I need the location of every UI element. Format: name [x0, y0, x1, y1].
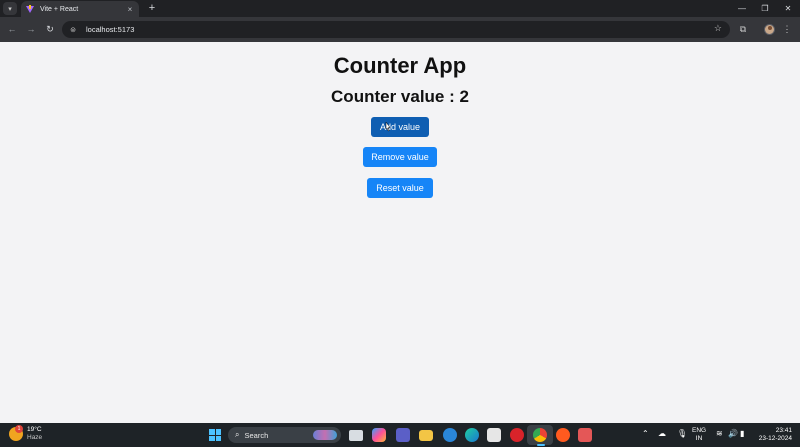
page-title: Counter App [333, 53, 467, 78]
volume-icon[interactable]: 🔊 [728, 429, 738, 438]
tab-search-icon[interactable]: ▾ [3, 2, 17, 15]
close-window-button[interactable]: ✕ [775, 0, 800, 17]
page-viewport: Counter App Counter value : 2 Add value … [0, 42, 800, 423]
tab-close-icon[interactable]: × [126, 5, 134, 14]
lang-bottom: IN [695, 435, 703, 442]
back-arrow-icon[interactable]: ← [6, 23, 18, 36]
browser-toolbar: ← → ↻ ⊜ localhost:5173 ☆ ⧉ ⋮ [0, 17, 800, 42]
battery-icon[interactable]: ▮ [740, 429, 744, 438]
vite-favicon-icon [26, 5, 34, 13]
store-icon[interactable] [487, 428, 501, 442]
profile-avatar[interactable] [764, 24, 775, 35]
copilot-icon[interactable] [372, 428, 386, 442]
extensions-icon[interactable]: ⧉ [737, 23, 749, 36]
language-indicator[interactable]: ENG IN [692, 427, 706, 443]
taskbar-search[interactable]: ⌕ Search [228, 427, 341, 443]
file-explorer-icon[interactable] [419, 430, 433, 441]
forward-arrow-icon[interactable]: → [25, 23, 37, 36]
mouse-pointer-icon [385, 122, 391, 132]
weather-icon: 1 [9, 425, 23, 441]
microphone-icon[interactable]: 🎙 [677, 429, 687, 438]
search-highlight-icon [313, 430, 337, 440]
remove-value-button[interactable]: Remove value [363, 147, 437, 167]
lang-top: ENG [692, 427, 707, 434]
app-icon[interactable] [578, 428, 592, 442]
windows-start-icon[interactable] [209, 429, 221, 441]
star-icon[interactable]: ☆ [714, 23, 722, 34]
task-view-icon[interactable] [349, 430, 363, 441]
edge-icon[interactable] [465, 428, 479, 442]
windows-taskbar: 1 19°C Haze ⌕ Search ⌃ ☁ 🎙 ENG IN ≋ 🔊 ▮ … [0, 423, 800, 447]
counter-value-label: Counter value : 2 [331, 87, 469, 106]
browser-app-icon[interactable] [443, 428, 457, 442]
teams-icon[interactable] [396, 428, 410, 442]
cloud-icon[interactable]: ☁ [658, 429, 666, 438]
opera-icon[interactable] [510, 428, 524, 442]
weather-condition: Haze [27, 434, 43, 441]
clock-date: 23-12-2024 [758, 435, 792, 442]
address-bar[interactable]: ⊜ localhost:5173 ☆ [62, 21, 730, 38]
search-icon: ⌕ [235, 430, 240, 439]
clock-time: 23:41 [775, 427, 792, 434]
weather-widget[interactable]: 1 19°C Haze [9, 425, 43, 442]
weather-badge: 1 [15, 425, 23, 433]
system-clock[interactable]: 23:41 23-12-2024 [756, 427, 792, 443]
tab-vite-react[interactable]: Vite + React × [21, 1, 139, 17]
chrome-active-indicator [537, 444, 545, 446]
brave-icon[interactable] [556, 428, 570, 442]
menu-dots-icon[interactable]: ⋮ [781, 23, 793, 36]
tab-title: Vite + React [40, 5, 79, 13]
wifi-icon[interactable]: ≋ [716, 429, 723, 438]
add-value-button[interactable]: Add value [371, 117, 429, 137]
search-label: Search [244, 430, 269, 440]
reset-value-button[interactable]: Reset value [367, 178, 433, 198]
site-info-icon[interactable]: ⊜ [68, 25, 78, 35]
reload-icon[interactable]: ↻ [44, 23, 56, 36]
chrome-icon[interactable] [533, 428, 547, 442]
browser-tab-bar: ▾ Vite + React × + — ❐ ✕ [0, 0, 800, 17]
show-hidden-icons-icon[interactable]: ⌃ [642, 429, 649, 438]
weather-temp: 19°C [27, 426, 42, 433]
new-tab-button[interactable]: + [147, 1, 157, 15]
url-text[interactable]: localhost:5173 [86, 25, 134, 34]
